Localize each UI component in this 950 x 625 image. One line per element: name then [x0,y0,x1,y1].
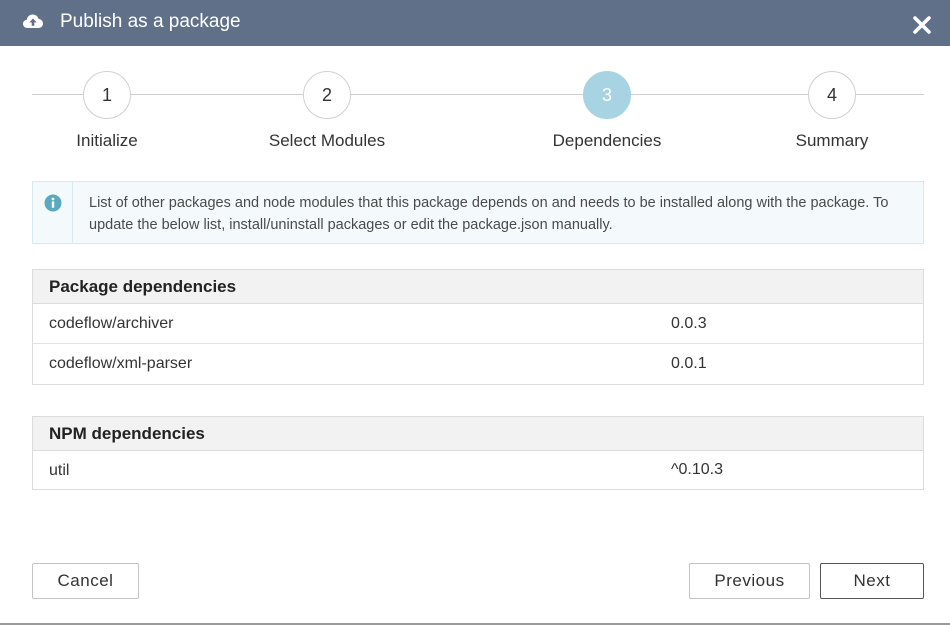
previous-button[interactable]: Previous [689,563,810,599]
next-button[interactable]: Next [820,563,924,599]
step-3-circle-active: 3 [583,71,631,119]
npm-dependencies-table: NPM dependencies util [32,416,924,490]
dialog-title: Publish as a package [60,11,241,32]
dependency-name: util [49,462,70,479]
step-1-number: 1 [101,84,112,105]
table-row: util [33,451,923,489]
step-4-circle: 4 [808,71,856,119]
close-icon[interactable] [912,15,932,35]
info-icon-column [33,182,73,243]
info-icon [44,194,62,212]
dependency-name: codeflow/archiver [49,315,174,332]
step-2-label: Select Modules [268,131,386,150]
step-3-number: 3 [601,84,612,105]
step-4-number: 4 [826,84,837,105]
dependency-name: codeflow/xml-parser [49,355,193,372]
stepper-track [32,94,924,95]
step-2-circle: 2 [303,71,351,119]
cancel-button[interactable]: Cancel [32,563,139,599]
info-alert: List of other packages and node modules … [32,181,924,244]
step-1-label: Initialize [76,131,138,150]
step-1-circle: 1 [83,71,131,119]
npm-dependencies-heading: NPM dependencies [33,417,923,451]
dependency-version: 0.0.1 [671,355,707,372]
table-row: codeflow/xml-parser 0.0.1 [33,344,923,384]
table-row: codeflow/archiver 0.0.3 [33,304,923,344]
step-2-number: 2 [321,84,332,105]
step-3-label: Dependencies [552,131,662,150]
dialog-titlebar: Publish as a package [0,0,950,46]
npm-version-input[interactable] [663,455,913,485]
step-4-label: Summary [795,131,869,150]
dependency-version: 0.0.3 [671,315,707,332]
info-text: List of other packages and node modules … [89,195,889,233]
package-dependencies-table: Package dependencies codeflow/archiver 0… [32,269,924,385]
package-dependencies-heading: Package dependencies [33,270,923,304]
cloud-upload-icon [23,14,43,28]
